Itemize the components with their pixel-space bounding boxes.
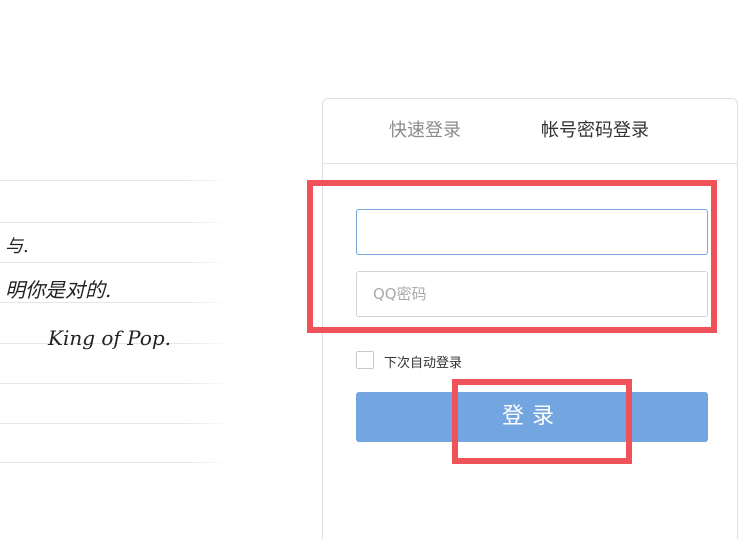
auto-login-label[interactable]: 下次自动登录 — [384, 352, 462, 371]
highlight-box-login-button — [452, 379, 632, 464]
handwriting-line-2: 明你是对的. — [5, 278, 112, 302]
notebook-line — [0, 180, 230, 181]
auto-login-checkbox[interactable] — [356, 351, 374, 369]
handwriting-line-3: King of Pop. — [48, 326, 172, 350]
login-tabs: 快速登录 帐号密码登录 — [323, 99, 737, 164]
highlight-box-inputs — [307, 180, 717, 333]
notebook-line — [0, 262, 230, 263]
notebook-line — [0, 423, 230, 424]
notebook-background: 与. 明你是对的. King of Pop. — [0, 0, 320, 539]
tab-password-login[interactable]: 帐号密码登录 — [541, 119, 649, 143]
notebook-line — [0, 462, 230, 463]
notebook-line — [0, 222, 230, 223]
handwriting-line-1: 与. — [5, 236, 29, 257]
tab-quick-login[interactable]: 快速登录 — [389, 119, 461, 143]
notebook-line — [0, 383, 230, 384]
